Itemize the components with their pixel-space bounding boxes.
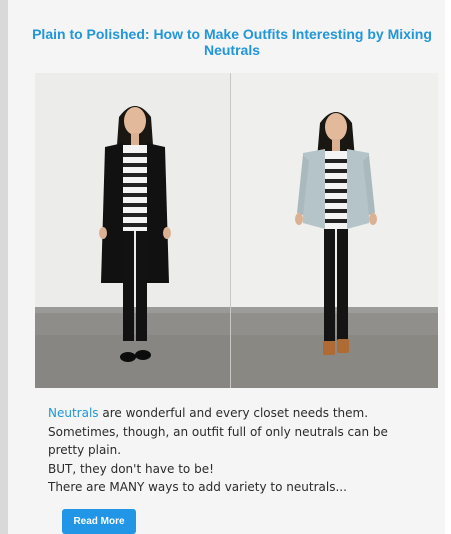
neutrals-link[interactable]: Neutrals xyxy=(48,406,99,420)
left-border xyxy=(0,0,8,534)
excerpt-line-4: BUT, they don't have to be! xyxy=(48,461,214,476)
excerpt-line-2: Sometimes, though, an outfit full of onl… xyxy=(48,424,388,439)
post-excerpt: Neutrals are wonderful and every closet … xyxy=(48,404,438,497)
excerpt-line-5: There are MANY ways to add variety to ne… xyxy=(48,480,347,494)
post-featured-image[interactable] xyxy=(35,73,438,388)
excerpt-line-3: pretty plain. xyxy=(48,443,122,457)
excerpt-line-1-text: are wonderful and every closet needs the… xyxy=(98,406,369,420)
post-title-link[interactable]: Plain to Polished: How to Make Outfits I… xyxy=(24,26,440,58)
outfit-photo-left xyxy=(35,73,230,388)
excerpt-line-1: Neutrals are wonderful and every closet … xyxy=(48,404,438,423)
outfit-photo-right xyxy=(231,73,438,388)
read-more-button[interactable]: Read More xyxy=(62,509,136,534)
